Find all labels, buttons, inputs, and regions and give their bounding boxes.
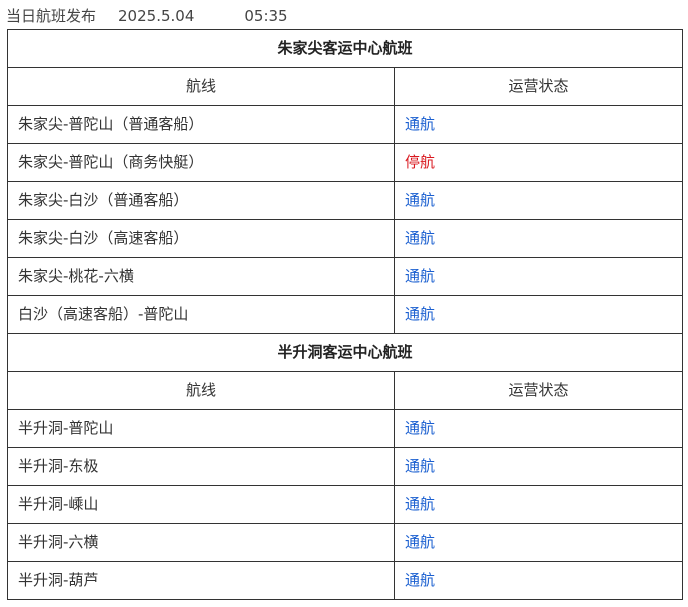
table-row: 朱家尖-白沙（普通客船） 通航 [7, 181, 684, 220]
status-value: 通航 [393, 219, 684, 258]
table-row: 朱家尖-桃花-六横 通航 [7, 257, 684, 296]
section-title: 半升洞客运中心航班 [6, 333, 684, 372]
section-title-row: 朱家尖客运中心航班 [6, 29, 684, 68]
column-header-row: 航线 运营状态 [7, 67, 684, 106]
column-header-status: 运营状态 [393, 371, 684, 410]
status-value: 通航 [393, 257, 684, 296]
publish-time: 05:35 [244, 7, 288, 25]
column-header-route: 航线 [7, 67, 395, 106]
status-value: 通航 [393, 447, 684, 486]
route-name: 半升洞-嵊山 [7, 485, 395, 524]
route-name: 半升洞-葫芦 [7, 561, 395, 600]
table-row: 朱家尖-普陀山（商务快艇） 停航 [7, 143, 684, 182]
table-row: 半升洞-普陀山 通航 [7, 409, 684, 448]
table-row: 朱家尖-普陀山（普通客船） 通航 [7, 105, 684, 144]
status-value: 通航 [393, 561, 684, 600]
route-name: 朱家尖-白沙（普通客船） [7, 181, 395, 220]
table-row: 朱家尖-白沙（高速客船） 通航 [7, 219, 684, 258]
route-name: 朱家尖-普陀山（普通客船） [7, 105, 395, 144]
status-value: 通航 [393, 295, 684, 334]
status-value: 停航 [393, 143, 684, 182]
route-name: 白沙（高速客船）-普陀山 [7, 295, 395, 334]
page-title: 当日航班发布 [6, 7, 97, 25]
column-header-route: 航线 [7, 371, 395, 410]
status-value: 通航 [393, 523, 684, 562]
column-header-row: 航线 运营状态 [7, 371, 684, 410]
column-header-status: 运营状态 [393, 67, 684, 106]
route-name: 朱家尖-普陀山（商务快艇） [7, 143, 395, 182]
route-name: 半升洞-东极 [7, 447, 395, 486]
table-row: 半升洞-嵊山 通航 [7, 485, 684, 524]
table-row: 白沙（高速客船）-普陀山 通航 [7, 295, 684, 334]
page-header: 当日航班发布 2025.5.04 05:35 [6, 5, 288, 27]
status-value: 通航 [393, 181, 684, 220]
section-title-row: 半升洞客运中心航班 [6, 333, 684, 372]
ferry-schedule-table: 朱家尖客运中心航班 航线 运营状态 朱家尖-普陀山（普通客船） 通航 朱家尖-普… [6, 29, 684, 600]
publish-date: 2025.5.04 [118, 7, 195, 25]
table-row: 半升洞-葫芦 通航 [7, 561, 684, 600]
status-value: 通航 [393, 485, 684, 524]
table-row: 半升洞-东极 通航 [7, 447, 684, 486]
section-title: 朱家尖客运中心航班 [6, 29, 684, 68]
route-name: 朱家尖-白沙（高速客船） [7, 219, 395, 258]
table-row: 半升洞-六横 通航 [7, 523, 684, 562]
status-value: 通航 [393, 105, 684, 144]
route-name: 半升洞-六横 [7, 523, 395, 562]
route-name: 半升洞-普陀山 [7, 409, 395, 448]
route-name: 朱家尖-桃花-六横 [7, 257, 395, 296]
status-value: 通航 [393, 409, 684, 448]
